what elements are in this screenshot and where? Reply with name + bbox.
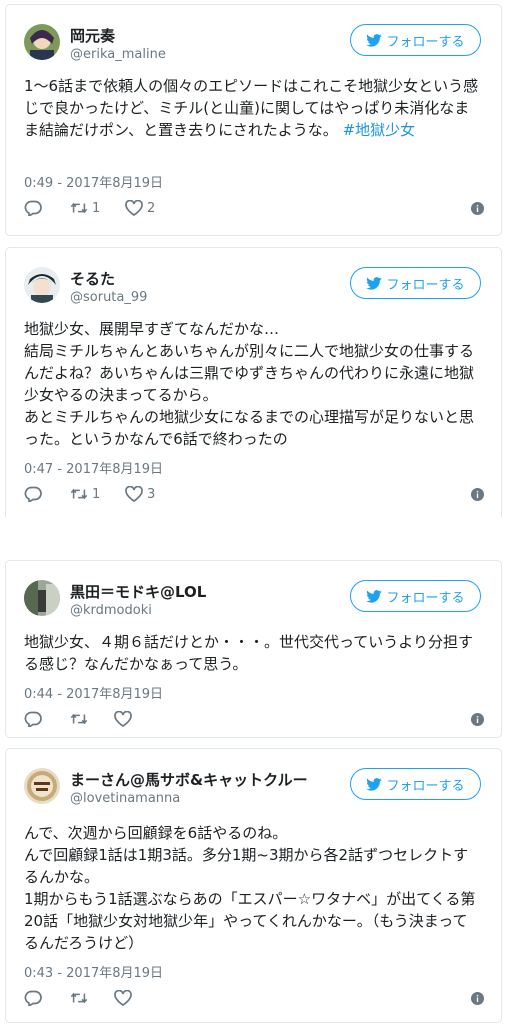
info-icon[interactable] (471, 202, 484, 215)
like-count: 3 (147, 486, 156, 502)
tweet-text: 1〜6話まで依頼人の個々のエピソードはこれこそ地獄少女という感じで良かったけど、… (24, 75, 482, 141)
retweet-icon (70, 713, 88, 725)
like-button[interactable]: 2 (125, 200, 155, 216)
follow-button[interactable]: フォローする (350, 24, 481, 56)
avatar[interactable] (24, 580, 60, 616)
heart-icon (114, 990, 132, 1006)
retweet-button[interactable] (70, 711, 92, 727)
like-button[interactable]: 3 (125, 486, 155, 502)
tweet-card: 黒田＝モドキ@LOL @krdmodoki フォローする 地獄少女、４期６話だけ… (5, 560, 502, 738)
tweet-text: んで、次週から回顧録を6話やるのね。 んで回顧録1話は1期3話。多分1期~3期か… (24, 824, 476, 952)
like-count: 2 (147, 200, 156, 216)
reply-button[interactable] (24, 711, 42, 727)
follow-label: フォローする (386, 590, 465, 606)
username[interactable]: @krdmodoki (70, 603, 152, 618)
avatar[interactable] (24, 267, 60, 303)
tweet-card: まーさん@馬サボ&キャットクルー @lovetinamanna フォローする ん… (5, 748, 502, 1023)
info-icon[interactable] (471, 488, 484, 501)
info-icon[interactable] (471, 992, 484, 1005)
display-name[interactable]: 岡元奏 (70, 25, 115, 46)
retweet-icon (70, 202, 88, 214)
tweet-card: そるた @soruta_99 フォローする 地獄少女、展開早すぎてなんだかな… … (5, 247, 502, 517)
reply-icon (24, 486, 42, 502)
action-bar: 1 3 (24, 486, 484, 506)
retweet-count: 1 (92, 200, 101, 216)
username[interactable]: @erika_maline (70, 47, 166, 62)
retweet-icon (70, 992, 88, 1004)
info-icon[interactable] (471, 713, 484, 726)
reply-icon (24, 200, 42, 216)
action-bar (24, 990, 484, 1010)
follow-button[interactable]: フォローする (350, 267, 481, 299)
action-bar (24, 711, 484, 731)
retweet-button[interactable]: 1 (70, 200, 100, 216)
retweet-icon (70, 488, 88, 500)
display-name[interactable]: そるた (70, 268, 115, 289)
twitter-bird-icon (366, 777, 383, 791)
retweet-count: 1 (92, 486, 101, 502)
twitter-bird-icon (366, 589, 383, 603)
display-name[interactable]: まーさん@馬サボ&キャットクルー (70, 769, 308, 790)
timestamp[interactable]: 0:44 - 2017年8月19日 (24, 683, 163, 702)
like-button[interactable] (114, 990, 136, 1006)
tweet-text: 地獄少女、４期６話だけとか・・・。世代交代っていうより分担する感じ？なんだかなぁ… (24, 633, 473, 673)
follow-button[interactable]: フォローする (350, 580, 481, 612)
reply-button[interactable] (24, 200, 42, 216)
follow-label: フォローする (386, 778, 465, 794)
tweet-text: 地獄少女、展開早すぎてなんだかな… 結局ミチルちゃんとあいちゃんが別々に二人で地… (24, 320, 475, 448)
timestamp[interactable]: 0:43 - 2017年8月19日 (24, 962, 163, 981)
avatar[interactable] (24, 768, 60, 804)
hashtag-link[interactable]: #地獄少女 (343, 121, 416, 139)
username[interactable]: @soruta_99 (70, 290, 147, 305)
heart-icon (114, 711, 132, 727)
twitter-bird-icon (366, 276, 383, 290)
avatar[interactable] (24, 24, 60, 60)
reply-icon (24, 990, 42, 1006)
twitter-bird-icon (366, 33, 383, 47)
timestamp[interactable]: 0:47 - 2017年8月19日 (24, 458, 163, 477)
follow-label: フォローする (386, 34, 465, 50)
username[interactable]: @lovetinamanna (70, 791, 180, 806)
follow-button[interactable]: フォローする (350, 768, 481, 800)
heart-icon (125, 486, 143, 502)
reply-button[interactable] (24, 486, 42, 502)
retweet-button[interactable] (70, 990, 92, 1006)
tweet-card: 岡元奏 @erika_maline フォローする 1〜6話まで依頼人の個々のエピ… (5, 4, 502, 236)
reply-icon (24, 711, 42, 727)
follow-label: フォローする (386, 277, 465, 293)
reply-button[interactable] (24, 990, 42, 1006)
action-bar: 1 2 (24, 200, 484, 220)
timestamp[interactable]: 0:49 - 2017年8月19日 (24, 172, 163, 191)
display-name[interactable]: 黒田＝モドキ@LOL (70, 581, 206, 602)
like-button[interactable] (114, 711, 136, 727)
heart-icon (125, 200, 143, 216)
retweet-button[interactable]: 1 (70, 486, 100, 502)
